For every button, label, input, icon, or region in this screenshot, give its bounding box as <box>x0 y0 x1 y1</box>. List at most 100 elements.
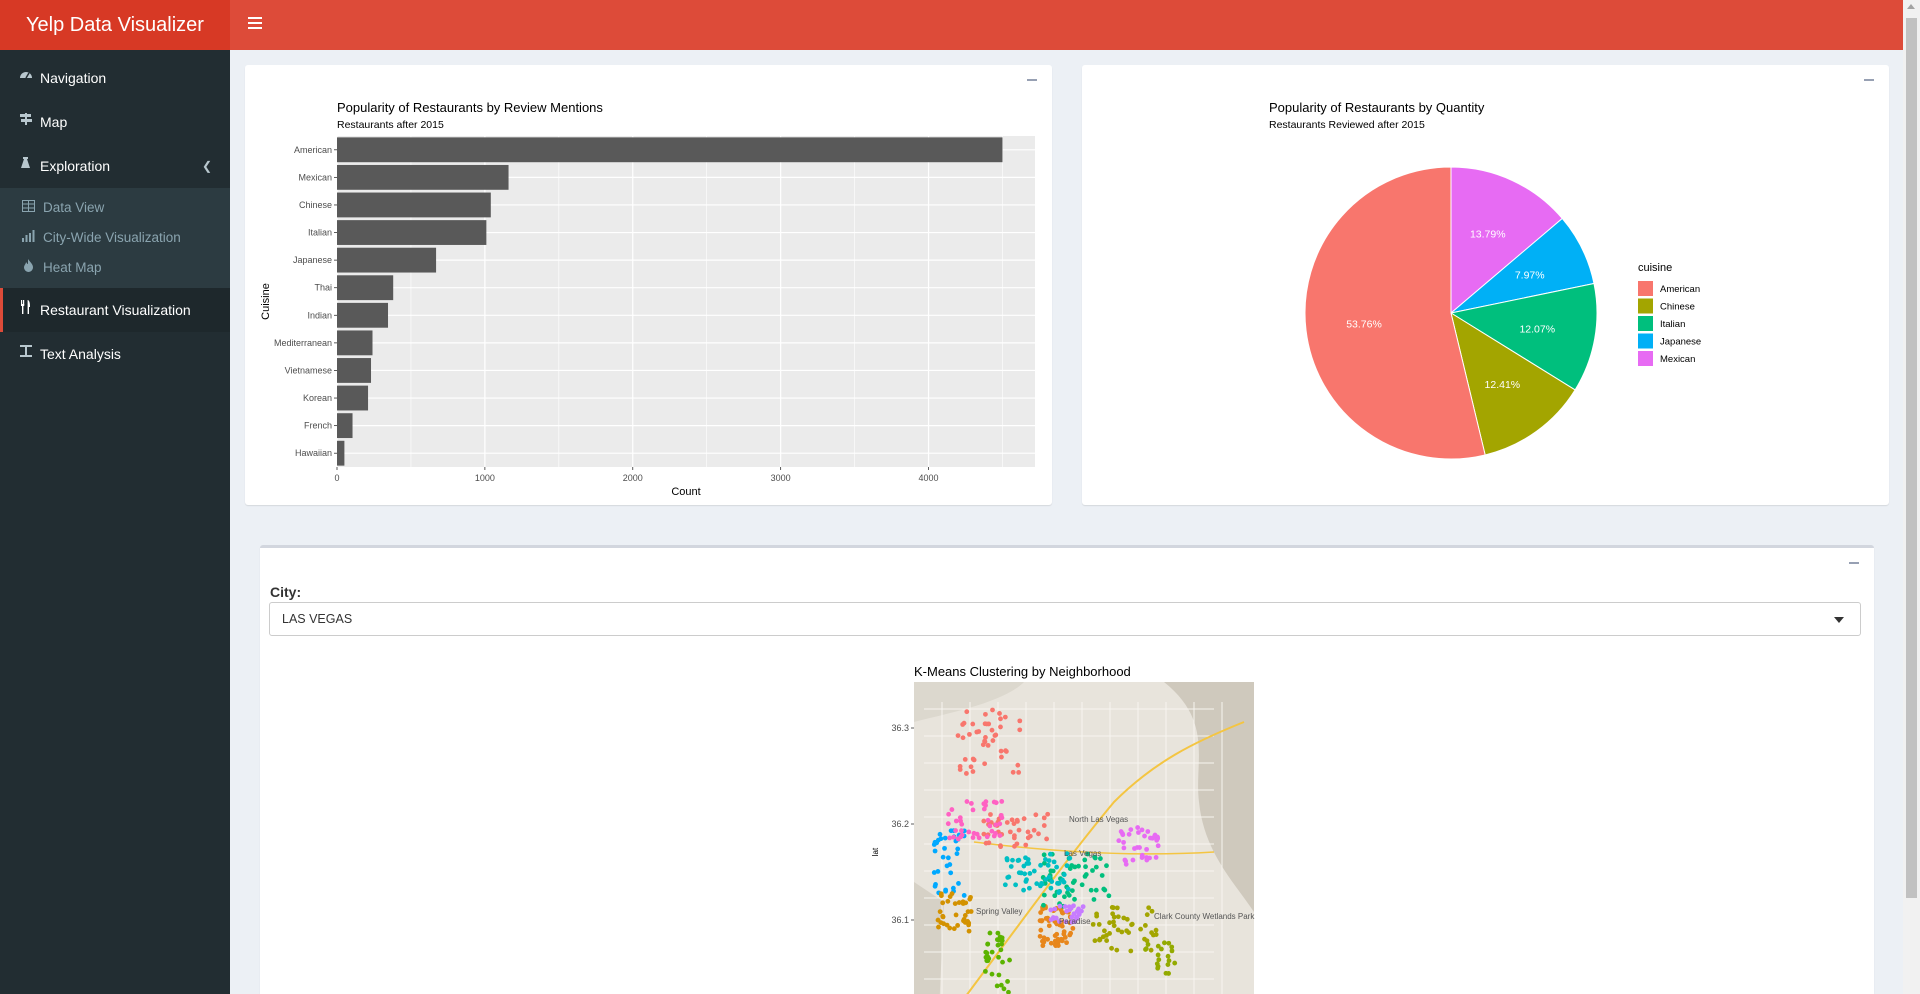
cluster-point <box>1163 970 1169 976</box>
cluster-point <box>1038 862 1043 868</box>
table-icon <box>20 193 36 223</box>
sidebar-item-exploration[interactable]: Exploration ❮ <box>0 144 230 188</box>
cluster-point <box>1015 762 1021 768</box>
sidebar-item-city-wide-visualization[interactable]: City-Wide Visualization <box>0 223 230 253</box>
cluster-point <box>1041 815 1047 821</box>
cluster-point <box>984 950 990 956</box>
y-tick-label: 36.3 <box>891 723 909 733</box>
cluster-point <box>1070 925 1076 931</box>
cluster-point <box>1104 863 1109 869</box>
sidebar-item-navigation[interactable]: Navigation <box>0 56 230 100</box>
cluster-point <box>1139 827 1145 833</box>
cluster-point <box>1107 931 1112 936</box>
cluster-point <box>1118 829 1124 834</box>
cluster-point <box>1014 817 1020 823</box>
cluster-point <box>984 721 990 727</box>
city-label: City: <box>270 584 302 600</box>
y-tick-label: Hawaiian <box>295 448 332 458</box>
cluster-point <box>953 912 959 918</box>
bar-italian <box>337 220 487 245</box>
cluster-point <box>997 711 1002 716</box>
pie-slice-label: 13.79% <box>1470 228 1506 240</box>
cluster-point <box>1153 927 1159 933</box>
sidebar-item-data-view[interactable]: Data View <box>0 193 230 223</box>
cluster-point <box>1002 714 1008 720</box>
sidebar-item-restaurant-visualization[interactable]: Restaurant Visualization <box>0 288 230 332</box>
cluster-point <box>1045 811 1051 817</box>
cluster-point <box>1121 839 1126 845</box>
cluster-point <box>940 914 946 920</box>
cluster-point <box>1036 831 1041 837</box>
cluster-point <box>999 799 1005 804</box>
app-logo[interactable]: Yelp Data Visualizer <box>0 0 230 50</box>
cluster-point <box>1049 879 1055 884</box>
cluster-point <box>1124 928 1130 934</box>
sidebar-item-label: City-Wide Visualization <box>43 230 181 245</box>
city-select[interactable]: LAS VEGAS <box>269 602 1861 636</box>
y-tick-label: Indian <box>307 310 332 320</box>
cluster-point <box>1130 857 1136 863</box>
cluster-point <box>948 828 954 834</box>
cluster-point <box>991 833 997 839</box>
bar-japanese <box>337 247 437 273</box>
flask-icon <box>18 144 34 188</box>
cluster-point <box>1007 829 1013 835</box>
pie-slice-label: 12.07% <box>1519 323 1555 335</box>
cluster-point <box>1048 917 1054 922</box>
cluster-point <box>1048 868 1054 874</box>
cluster-point <box>983 968 988 974</box>
cluster-point <box>964 799 970 804</box>
cluster-point <box>968 894 973 900</box>
signpost-icon <box>18 100 34 144</box>
cluster-point <box>1064 863 1070 869</box>
cluster-point <box>1146 905 1152 911</box>
y-tick-label: Chinese <box>299 200 332 210</box>
cluster-point <box>1021 887 1026 893</box>
utensils-icon <box>18 288 34 332</box>
cluster-point <box>974 729 980 735</box>
cluster-map[interactable]: North Las Vegas Las Vegas Spring Valley Par… <box>870 682 1290 994</box>
cluster-point <box>970 756 976 762</box>
cluster-point <box>1064 940 1069 946</box>
cluster-point <box>989 828 995 834</box>
cluster-point <box>1003 748 1009 754</box>
cluster-point <box>1037 933 1043 939</box>
sidebar-item-map[interactable]: Map <box>0 100 230 144</box>
cluster-point <box>968 764 974 770</box>
cluster-point <box>1155 943 1161 949</box>
map-panel-box: City: LAS VEGAS K-Means Clustering by Ne… <box>260 545 1874 994</box>
cluster-point <box>1166 958 1172 964</box>
cluster-point <box>1172 960 1178 966</box>
cluster-point <box>949 807 955 812</box>
chevron-left-icon[interactable]: ❮ <box>202 144 212 188</box>
sidebar-item-heat-map[interactable]: Heat Map <box>0 253 230 283</box>
cluster-point <box>1124 916 1130 922</box>
sidebar-toggle-icon[interactable] <box>244 14 266 36</box>
cluster-point <box>1153 932 1159 937</box>
collapse-minus-icon[interactable] <box>1846 554 1862 570</box>
cluster-point <box>998 716 1003 722</box>
cluster-point <box>984 834 990 840</box>
scroll-up-arrow-icon[interactable] <box>1907 4 1915 9</box>
cluster-point <box>1022 871 1028 877</box>
cluster-point <box>993 732 999 738</box>
cluster-point <box>1099 873 1105 878</box>
cluster-point <box>1007 957 1012 963</box>
cluster-point <box>1052 893 1058 899</box>
cluster-point <box>981 806 987 812</box>
page-scrollbar[interactable] <box>1903 0 1920 994</box>
cluster-point <box>951 926 957 932</box>
cluster-point <box>986 840 992 846</box>
cluster-point <box>958 834 964 840</box>
cluster-point <box>995 930 1001 936</box>
cluster-point <box>1068 905 1074 911</box>
cluster-point <box>1138 926 1144 932</box>
scroll-thumb[interactable] <box>1906 18 1917 898</box>
cluster-point <box>1093 864 1099 870</box>
cluster-point <box>996 954 1001 960</box>
sidebar-item-text-analysis[interactable]: Text Analysis <box>0 332 230 376</box>
cluster-point <box>953 818 959 824</box>
cluster-point <box>1083 864 1088 870</box>
cluster-point <box>949 891 955 897</box>
cluster-point <box>996 972 1002 978</box>
